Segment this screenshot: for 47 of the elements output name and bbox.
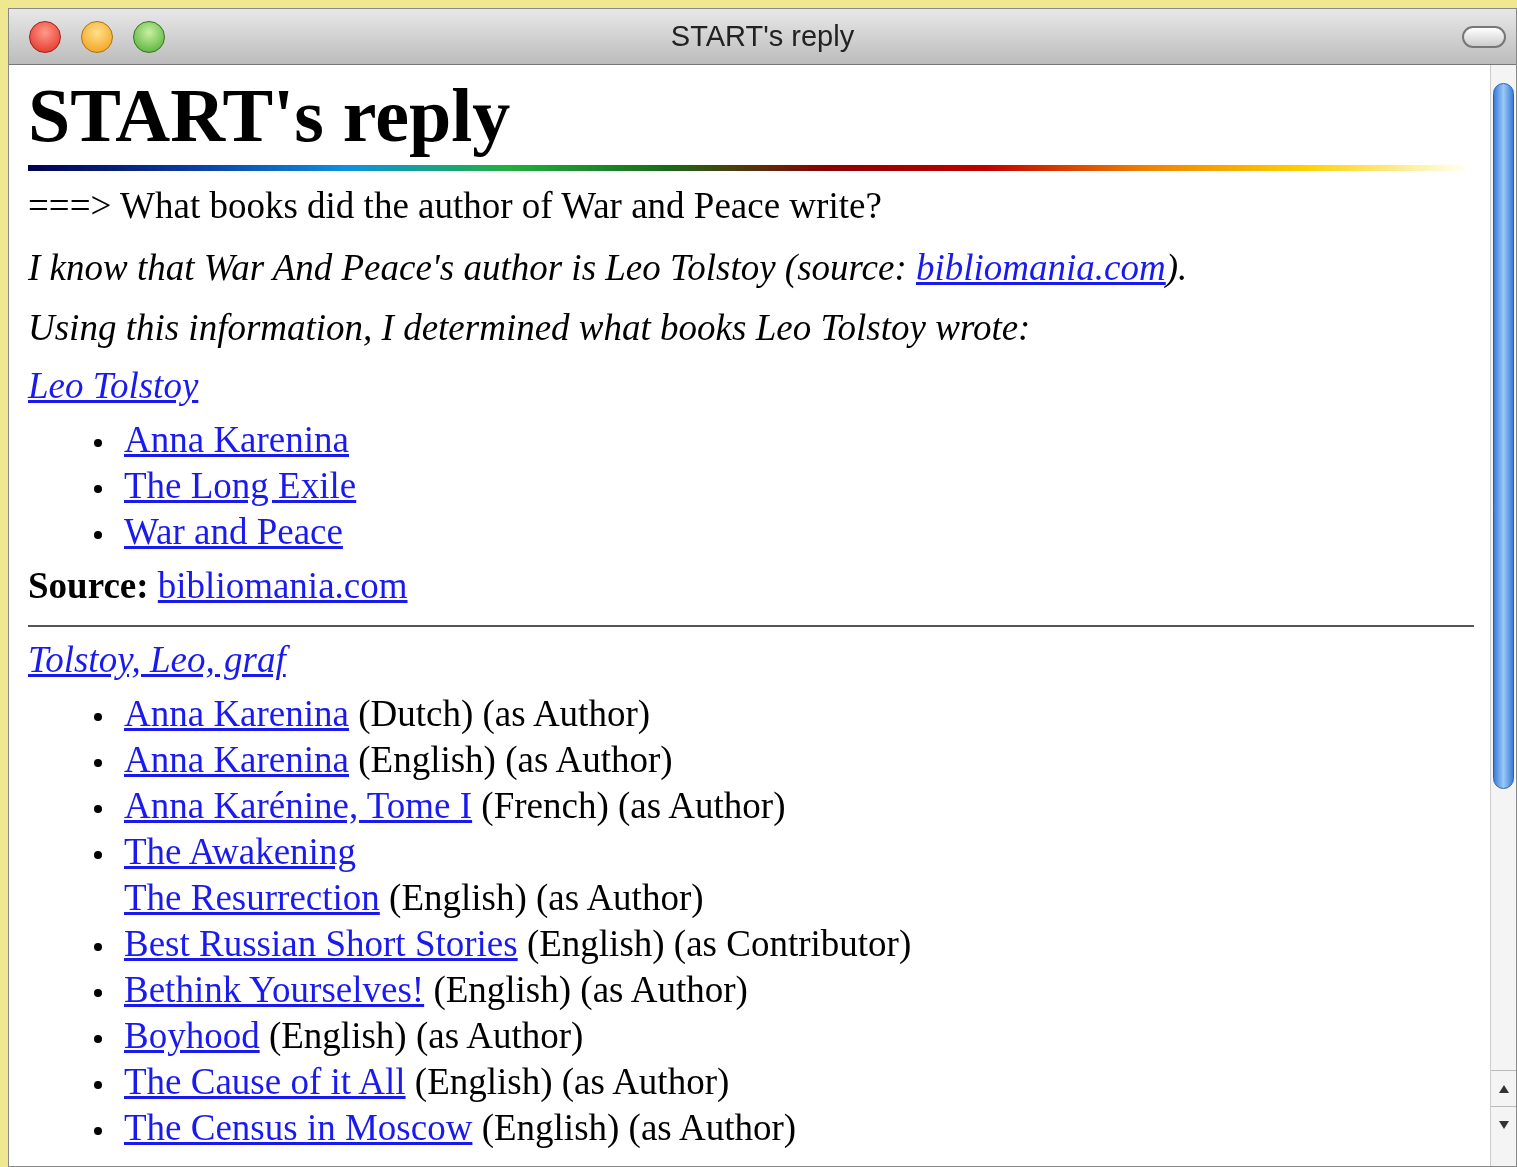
bullet-icon (94, 1127, 102, 1135)
book-link[interactable]: Anna Karénine, Tome I (124, 785, 473, 826)
bullet-icon (94, 531, 102, 539)
bullet-icon (94, 851, 102, 859)
bullet-icon (94, 439, 102, 447)
book-link[interactable]: Anna Karenina (124, 419, 349, 460)
bullet-icon (94, 1035, 102, 1043)
bullet-icon (94, 989, 102, 997)
close-button[interactable] (29, 20, 61, 53)
minimize-button[interactable] (81, 20, 113, 53)
book-link[interactable]: Bethink Yourselves! (124, 969, 425, 1010)
book-details: (Dutch) (as Author) (358, 693, 651, 734)
book-details: (English) (as Author) (389, 877, 704, 918)
zoom-button[interactable] (133, 20, 165, 53)
toolbar-toggle-button[interactable] (1462, 26, 1506, 48)
book-details: (English) (as Author) (414, 1061, 730, 1102)
bullet-icon (94, 805, 102, 813)
book-link[interactable]: Anna Karenina (124, 693, 349, 734)
book-details: (English) (as Author) (268, 1015, 584, 1056)
bullet-icon (94, 943, 102, 951)
book-link[interactable]: The Resurrection (124, 877, 380, 918)
answer-sentence: I know that War And Peace's author is Leo Tolstoy (source: bibliomania.com). (28, 246, 1189, 290)
bullet-icon (94, 713, 102, 721)
book-link[interactable]: The Cause of it All (124, 1061, 406, 1102)
book-link[interactable]: Boyhood (124, 1015, 260, 1056)
reasoning-sentence: Using this information, I determined what books Leo Tolstoy wrote: (28, 307, 1031, 348)
book-link[interactable]: Best Russian Short Stories (124, 923, 518, 964)
window-title: START's reply (670, 18, 855, 54)
bullet-icon (94, 1081, 102, 1089)
scrollbar-thumb[interactable] (1493, 83, 1514, 789)
book-details: (English) (as Author) (358, 739, 673, 780)
book-link[interactable]: The Awakening (124, 831, 356, 872)
bullet-icon (94, 759, 102, 767)
book-link[interactable]: The Long Exile (124, 465, 357, 506)
author-link[interactable]: Leo Tolstoy (28, 365, 199, 406)
book-details: (English) (as Author) (433, 969, 748, 1010)
source-label: Source: (28, 565, 149, 606)
book-details: (English) (as Contributor) (526, 923, 912, 964)
source-link[interactable]: bibliomania.com (157, 565, 408, 606)
book-details: (English) (as Author) (481, 1107, 797, 1148)
book-details: (French) (as Author) (481, 785, 786, 826)
bullet-icon (94, 485, 102, 493)
book-link[interactable]: War and Peace (124, 511, 343, 552)
book-link[interactable]: Anna Karenina (124, 739, 349, 780)
page-heading: START's reply (28, 73, 511, 157)
book-link[interactable]: The Census in Moscow (124, 1107, 473, 1148)
question-text: ===> What books did the author of War and Peace write? (28, 185, 882, 226)
